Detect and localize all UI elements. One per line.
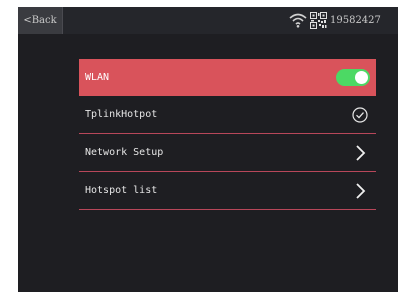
- menu-item-tplinkhotpot[interactable]: TplinkHotpot: [79, 96, 376, 134]
- menu-item-wlan[interactable]: WLAN: [79, 59, 376, 96]
- menu-item-label: Hotspot list: [85, 185, 158, 196]
- check-circle-icon: [352, 107, 368, 123]
- device-id-text: 19582427: [330, 15, 381, 26]
- menu-item-hotspot-list[interactable]: Hotspot list: [79, 172, 376, 210]
- wifi-icon: [289, 13, 307, 28]
- toggle-knob: [355, 71, 368, 84]
- menu-item-label: TplinkHotpot: [85, 109, 158, 120]
- back-button[interactable]: <Back: [18, 7, 63, 34]
- device-screen: <Back 19582427 WLAN TplinkHotpot Network…: [18, 7, 398, 292]
- menu-item-label: WLAN: [85, 72, 110, 83]
- menu-item-network-setup[interactable]: Network Setup: [79, 134, 376, 172]
- device-bezel: <Back 19582427 WLAN TplinkHotpot Network…: [0, 0, 398, 299]
- settings-menu: WLAN TplinkHotpot Network Setup Hotspot …: [79, 59, 376, 210]
- chevron-right-icon: [356, 145, 366, 161]
- status-bar: <Back 19582427: [18, 7, 398, 34]
- menu-item-label: Network Setup: [85, 147, 164, 158]
- qr-code-icon[interactable]: [310, 12, 327, 29]
- chevron-right-icon: [356, 183, 366, 199]
- wlan-toggle[interactable]: [336, 69, 370, 86]
